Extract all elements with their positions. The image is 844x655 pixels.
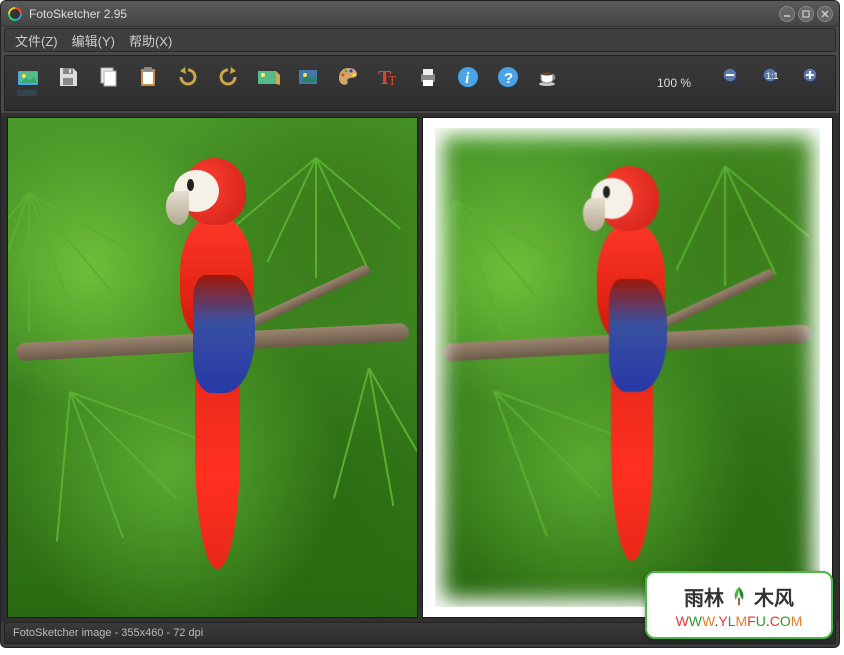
app-window: FotoSketcher 2.95 文件(Z) 编辑(Y) 帮助(X) TT i…: [0, 0, 840, 648]
watermark-brand-left: 雨林: [684, 582, 724, 611]
toolbar: TT i ? 100 % 1:1: [4, 55, 836, 111]
info-button[interactable]: i: [453, 60, 483, 106]
svg-text:T: T: [388, 74, 397, 89]
source-button[interactable]: [293, 60, 323, 106]
titlebar: FotoSketcher 2.95: [1, 1, 839, 27]
save-icon: [55, 64, 81, 90]
sketch-image: [435, 128, 819, 607]
original-image: [8, 118, 417, 617]
menu-file[interactable]: 文件(Z): [9, 29, 64, 52]
source-image-icon: [295, 64, 321, 90]
sketch-image-panel[interactable]: [422, 117, 833, 618]
open-image-icon: [15, 64, 41, 90]
zoom-in-icon: [799, 64, 825, 90]
undo-icon: [175, 64, 201, 90]
zoom-out-icon: [719, 64, 745, 90]
watermark-url: WWW.YLMFU.COM: [676, 613, 803, 629]
watermark-badge: 雨林 木风 WWW.YLMFU.COM: [645, 571, 833, 639]
parrot-subject: [163, 158, 269, 577]
info-icon: i: [455, 64, 481, 90]
effects-icon: [255, 64, 281, 90]
paste-icon: [135, 64, 161, 90]
svg-text:i: i: [465, 70, 470, 87]
original-image-panel[interactable]: [7, 117, 418, 618]
zoom-fit-icon: 1:1: [759, 64, 785, 90]
window-title: FotoSketcher 2.95: [29, 7, 779, 21]
paste-button[interactable]: [133, 60, 163, 106]
minimize-button[interactable]: [779, 6, 795, 22]
text-button[interactable]: TT: [373, 60, 403, 106]
print-icon: [415, 64, 441, 90]
redo-button[interactable]: [213, 60, 243, 106]
copy-button[interactable]: [93, 60, 123, 106]
workspace: [1, 113, 839, 622]
save-button[interactable]: [53, 60, 83, 106]
redo-icon: [215, 64, 241, 90]
close-button[interactable]: [817, 6, 833, 22]
effects-button[interactable]: [253, 60, 283, 106]
help-button[interactable]: ?: [493, 60, 523, 106]
undo-button[interactable]: [173, 60, 203, 106]
donate-button[interactable]: [533, 60, 563, 106]
palette-button[interactable]: [333, 60, 363, 106]
menu-edit[interactable]: 编辑(Y): [66, 29, 121, 52]
help-icon: ?: [495, 64, 521, 90]
menu-help[interactable]: 帮助(X): [123, 29, 178, 52]
copy-icon: [95, 64, 121, 90]
zoom-in-button[interactable]: [797, 60, 827, 106]
leaf-icon: [728, 585, 750, 607]
menubar: 文件(Z) 编辑(Y) 帮助(X): [4, 28, 836, 52]
coffee-icon: [535, 64, 561, 90]
svg-text:?: ?: [504, 70, 513, 87]
svg-text:1:1: 1:1: [766, 71, 779, 81]
maximize-button[interactable]: [798, 6, 814, 22]
open-button[interactable]: [13, 60, 43, 106]
zoom-level-label: 100 %: [657, 76, 691, 90]
palette-icon: [335, 64, 361, 90]
app-icon: [7, 6, 23, 22]
print-button[interactable]: [413, 60, 443, 106]
zoom-fit-button[interactable]: 1:1: [757, 60, 787, 106]
watermark-brand-right: 木风: [754, 582, 794, 611]
text-tool-icon: TT: [375, 64, 401, 90]
zoom-out-button[interactable]: [717, 60, 747, 106]
status-text: FotoSketcher image - 355x460 - 72 dpi: [13, 627, 203, 639]
